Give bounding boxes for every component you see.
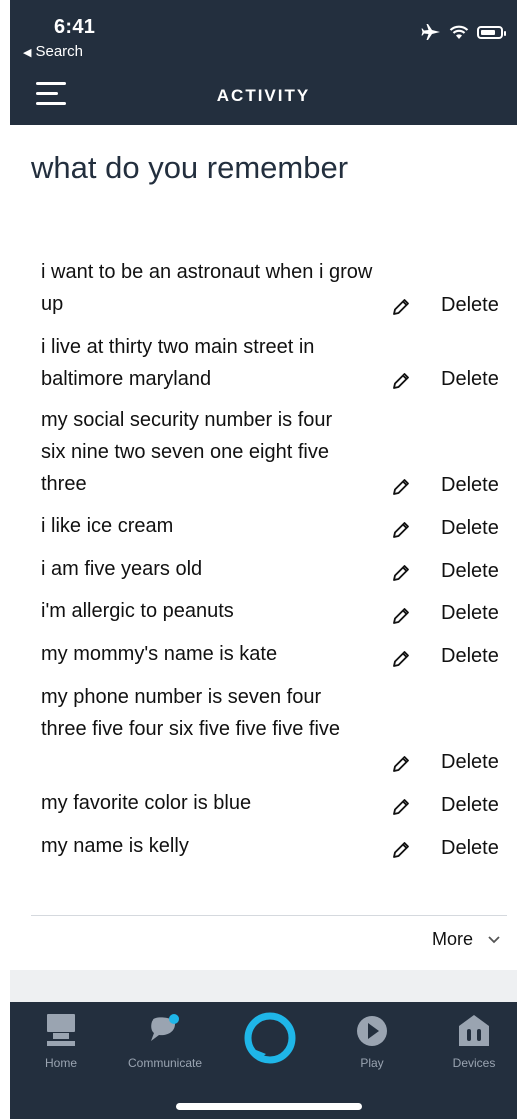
more-label: More (431, 929, 473, 949)
nav-devices[interactable]: Devices (429, 1012, 517, 1070)
alexa-button[interactable] (242, 1010, 298, 1066)
home-icon (47, 1014, 75, 1046)
menu-line (36, 82, 66, 85)
pencil-icon[interactable] (390, 796, 412, 818)
chevron-down-icon (488, 935, 500, 943)
memory-text: i am five years old (41, 558, 203, 580)
delete-button[interactable]: Delete (441, 789, 499, 821)
memory-text: i live at thirty two main street in balt… (41, 336, 315, 390)
divider (31, 915, 507, 916)
pencil-icon[interactable] (390, 839, 412, 861)
wifi-icon (449, 25, 469, 39)
delete-button[interactable]: Delete (441, 469, 499, 501)
memory-text: my phone number is seven four three five… (41, 686, 341, 740)
app-frame: 6:41 ◀ Search ACTIVITY what do you rememb… (10, 0, 517, 1119)
delete-button[interactable]: Delete (441, 289, 499, 321)
pencil-icon[interactable] (390, 648, 412, 670)
pencil-icon[interactable] (390, 605, 412, 627)
delete-button[interactable]: Delete (441, 512, 499, 544)
activity-heading: what do you remember (31, 150, 349, 185)
status-time: 6:41 (54, 16, 96, 38)
pencil-icon[interactable] (390, 296, 412, 318)
memory-text: i'm allergic to peanuts (41, 600, 234, 622)
status-icons (421, 24, 506, 40)
memory-text: my social security number is four six ni… (41, 409, 333, 495)
nav-devices-label: Devices (452, 1056, 496, 1070)
memory-text: i like ice cream (41, 515, 174, 537)
delete-button[interactable]: Delete (441, 363, 499, 395)
delete-button[interactable]: Delete (441, 832, 499, 864)
pencil-icon[interactable] (390, 562, 412, 584)
back-to-search-link[interactable]: ◀ Search (23, 43, 83, 60)
pencil-icon[interactable] (390, 370, 412, 392)
app-header: 6:41 ◀ Search ACTIVITY (10, 0, 517, 125)
nav-communicate-label: Communicate (127, 1056, 203, 1070)
back-search-label: Search (35, 43, 83, 60)
content-footer-band (10, 970, 517, 1002)
chat-bubble-icon (151, 1014, 179, 1041)
back-arrow-icon: ◀ (23, 47, 32, 59)
nav-play-label: Play (360, 1056, 384, 1070)
pencil-icon[interactable] (390, 753, 412, 775)
nav-play[interactable]: Play (327, 1012, 417, 1070)
pencil-icon[interactable] (390, 476, 412, 498)
nav-home[interactable]: Home (16, 1012, 106, 1070)
page-title: ACTIVITY (216, 86, 311, 105)
delete-button[interactable]: Delete (441, 555, 499, 587)
memory-text: my mommy's name is kate (41, 643, 278, 665)
delete-button[interactable]: Delete (441, 746, 499, 778)
memory-text: i want to be an astronaut when i grow up (41, 261, 373, 315)
devices-icon (459, 1015, 489, 1046)
nav-communicate[interactable]: Communicate (120, 1012, 210, 1070)
pencil-icon[interactable] (390, 519, 412, 541)
memory-text: my favorite color is blue (41, 792, 252, 814)
delete-button[interactable]: Delete (441, 640, 499, 672)
memory-text: my name is kelly (41, 835, 189, 857)
nav-home-label: Home (44, 1056, 77, 1070)
battery-icon (477, 25, 506, 39)
delete-button[interactable]: Delete (441, 597, 499, 629)
play-icon (357, 1016, 387, 1046)
home-indicator[interactable] (176, 1103, 362, 1110)
more-button[interactable]: More (432, 929, 501, 950)
airplane-icon (421, 24, 440, 40)
bottom-nav: Home Communicate Play Devices (10, 1002, 517, 1119)
